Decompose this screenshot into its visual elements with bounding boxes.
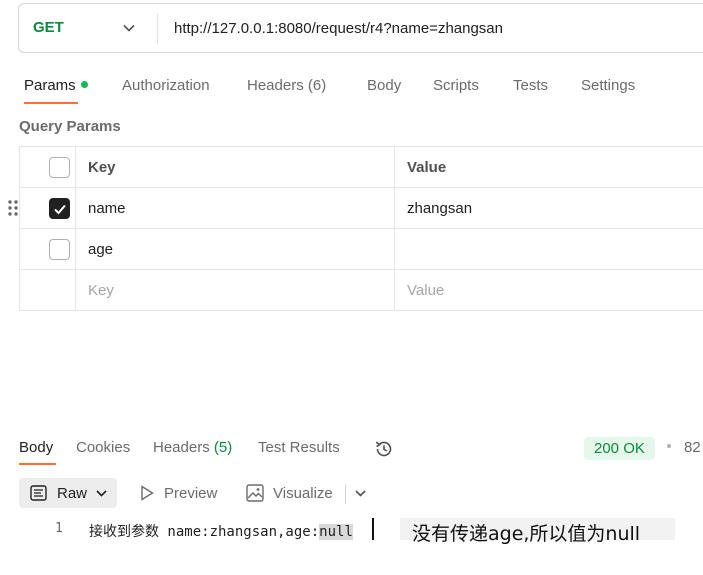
header-value-cell: Value bbox=[395, 147, 703, 187]
response-toolbar: Raw Preview Visualize bbox=[0, 476, 703, 510]
line-number: 1 bbox=[55, 521, 63, 536]
method-label: GET bbox=[33, 19, 64, 36]
tab-params-label: Params bbox=[24, 77, 76, 94]
raw-text-icon bbox=[30, 485, 47, 501]
request-tabs: Params Authorization Headers (6) Body Sc… bbox=[0, 70, 703, 106]
annotation-box: 没有传递age,所以值为null bbox=[400, 518, 675, 545]
raw-format-button[interactable]: Raw bbox=[19, 478, 117, 508]
response-body-prefix: 接收到参数 name:zhangsan,age: bbox=[89, 524, 320, 540]
tab-body[interactable]: Body bbox=[367, 77, 401, 94]
play-icon[interactable] bbox=[140, 485, 154, 501]
tab-response-headers-label: Headers bbox=[153, 439, 210, 456]
response-body-null: null bbox=[319, 524, 353, 540]
param-key: name bbox=[88, 200, 126, 217]
new-value-placeholder: Value bbox=[407, 282, 445, 299]
annotation-text: 没有传递age,所以值为null bbox=[412, 523, 641, 545]
drag-handle-icon[interactable] bbox=[7, 199, 19, 217]
table-header-row: Key Value bbox=[20, 147, 703, 188]
status-separator bbox=[667, 444, 671, 448]
url-bar: GET http://127.0.0.1:8080/request/r4?nam… bbox=[18, 3, 703, 53]
method-select[interactable]: GET bbox=[19, 4, 157, 52]
param-key-cell[interactable]: name bbox=[76, 188, 395, 228]
text-caret bbox=[372, 518, 374, 540]
chevron-down-icon bbox=[96, 490, 107, 497]
preview-button[interactable]: Preview bbox=[164, 485, 217, 502]
select-all-checkbox[interactable] bbox=[49, 157, 70, 178]
chevron-down-icon bbox=[123, 24, 135, 32]
tab-response-headers[interactable]: Headers (5) bbox=[153, 439, 232, 456]
param-key-cell[interactable]: age bbox=[76, 229, 395, 269]
tab-cookies[interactable]: Cookies bbox=[76, 439, 130, 456]
response-time[interactable]: 82 bbox=[684, 439, 701, 456]
url-input[interactable]: http://127.0.0.1:8080/request/r4?name=zh… bbox=[174, 20, 503, 37]
chevron-down-icon[interactable] bbox=[354, 487, 367, 500]
param-key: age bbox=[88, 241, 114, 258]
active-response-tab-underline bbox=[19, 463, 56, 465]
tab-headers[interactable]: Headers (6) bbox=[247, 77, 326, 94]
param-value-cell[interactable] bbox=[395, 229, 703, 269]
row-check-cell bbox=[20, 270, 76, 310]
column-header-value: Value bbox=[407, 159, 447, 176]
table-row: age bbox=[20, 229, 703, 270]
response-tabs: Body Cookies Headers (5) Test Results 20… bbox=[0, 430, 703, 465]
header-check-cell bbox=[20, 147, 76, 187]
tab-authorization[interactable]: Authorization bbox=[122, 77, 210, 94]
history-icon[interactable] bbox=[373, 438, 395, 460]
new-key-placeholder: Key bbox=[88, 282, 114, 299]
section-title-query-params: Query Params bbox=[19, 118, 121, 135]
header-key-cell: Key bbox=[76, 147, 395, 187]
tab-settings[interactable]: Settings bbox=[581, 77, 635, 94]
table-row: name zhangsan bbox=[8, 188, 703, 229]
tab-scripts[interactable]: Scripts bbox=[433, 77, 479, 94]
param-value: zhangsan bbox=[407, 200, 473, 217]
query-params-table: Key Value name zhangsan age Key Value bbox=[8, 146, 703, 311]
raw-label: Raw bbox=[57, 485, 88, 502]
row-check-cell bbox=[8, 188, 76, 228]
toolbar-separator bbox=[345, 484, 346, 504]
response-headers-count: (5) bbox=[213, 439, 233, 456]
params-active-dot bbox=[80, 81, 88, 88]
tab-params[interactable]: Params bbox=[24, 77, 88, 94]
new-value-cell[interactable]: Value bbox=[395, 270, 703, 310]
visualize-button[interactable]: Visualize bbox=[273, 485, 333, 502]
param-value-cell[interactable]: zhangsan bbox=[395, 188, 703, 228]
param-checkbox-age[interactable] bbox=[49, 239, 70, 260]
response-body-line: 1 接收到参数 name:zhangsan,age:null 没有传递age,所… bbox=[0, 518, 703, 545]
tab-response-body[interactable]: Body bbox=[19, 439, 53, 456]
status-badge[interactable]: 200 OK bbox=[584, 437, 655, 460]
tab-tests[interactable]: Tests bbox=[513, 77, 548, 94]
url-divider bbox=[157, 14, 158, 44]
new-key-cell[interactable]: Key bbox=[76, 270, 395, 310]
table-row-new: Key Value bbox=[20, 270, 703, 311]
column-header-key: Key bbox=[88, 159, 116, 176]
row-check-cell bbox=[20, 229, 76, 269]
response-body-text[interactable]: 接收到参数 name:zhangsan,age:null bbox=[89, 521, 353, 541]
image-icon[interactable] bbox=[246, 484, 264, 502]
checkmark-icon bbox=[54, 204, 66, 215]
active-tab-underline bbox=[24, 102, 78, 104]
tab-test-results[interactable]: Test Results bbox=[258, 439, 340, 456]
param-checkbox-name[interactable] bbox=[49, 198, 70, 219]
